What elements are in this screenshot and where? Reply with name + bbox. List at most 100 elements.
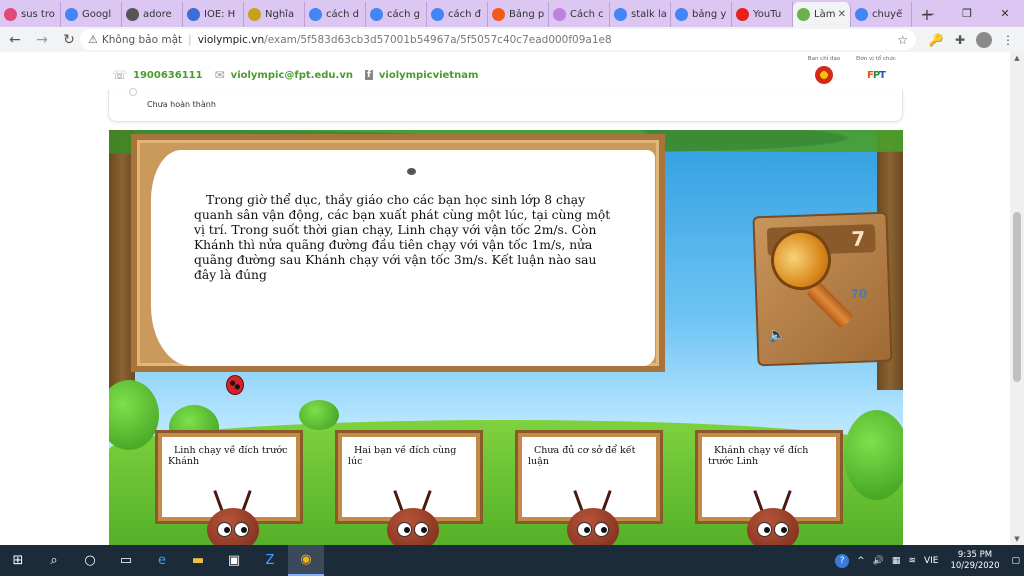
tab-3[interactable]: adore xyxy=(122,2,183,27)
tab-4[interactable]: IOE: H xyxy=(183,2,244,27)
speaker-icon[interactable]: 🔈 xyxy=(768,327,786,344)
youtube-icon xyxy=(736,8,749,21)
tab-2[interactable]: Googl xyxy=(61,2,122,27)
tab-7[interactable]: cách g xyxy=(366,2,427,27)
ladybug-icon xyxy=(226,375,244,395)
game-area: Trong giờ thể dục, thầy giáo cho các bạn… xyxy=(109,130,903,545)
window-controls: — ❐ ✕ xyxy=(910,0,1024,27)
tab-title: cách đ xyxy=(448,9,481,20)
scroll-up-icon[interactable]: ▲ xyxy=(1010,52,1024,64)
bookmark-star-icon[interactable]: ☆ xyxy=(897,33,908,47)
clock[interactable]: 9:35 PM 10/29/2020 xyxy=(950,550,999,572)
profile-avatar[interactable] xyxy=(974,27,994,52)
browser-toolbar: ← → ↻ ⚠ Không bảo mật | violympic.vn/exa… xyxy=(0,27,1024,52)
tab-title: cách g xyxy=(387,9,420,20)
warning-icon: ⚠ xyxy=(88,33,98,46)
tab-9[interactable]: Bảng p xyxy=(488,2,549,27)
windows-taskbar: ⊞ ⌕ ○ ▭ e ▬ ▣ Z ◉ ? ^ 🔊 ▦ ≋ VIE 9:35 PM … xyxy=(0,545,1024,576)
sponsor-organizer: Đơn vị tổ chức FPT xyxy=(851,56,901,84)
status-text: Chưa hoàn thành xyxy=(147,100,216,109)
restore-button[interactable]: ❐ xyxy=(948,0,986,27)
tab-5[interactable]: Nghĩa xyxy=(244,2,305,27)
answer-option-3[interactable]: Chưa đủ cơ sở để kết luận xyxy=(522,437,656,517)
wifi-icon[interactable]: ≋ xyxy=(908,556,916,566)
reload-button[interactable]: ↻ xyxy=(57,28,81,52)
contact-bar: ☏ 1900636111 ✉ violympic@fpt.edu.vn f violy… xyxy=(112,68,490,82)
contact-email[interactable]: violympic@fpt.edu.vn xyxy=(231,70,353,81)
tab-title: Làm xyxy=(814,9,836,20)
sponsor-label: Đơn vị tổ chức xyxy=(856,56,896,62)
tab-title: YouTu xyxy=(753,9,782,20)
store-icon[interactable]: ▣ xyxy=(216,545,252,576)
status-indicator xyxy=(129,88,137,96)
box-icon xyxy=(126,8,139,21)
menu-kebab-icon[interactable]: ⋮ xyxy=(998,27,1018,52)
windows-start-icon[interactable]: ⊞ xyxy=(0,545,36,576)
tab-12[interactable]: bảng y xyxy=(671,2,732,27)
doc-icon xyxy=(553,8,566,21)
exam-status-card: Chưa hoàn thành xyxy=(108,88,903,122)
minimize-button[interactable]: — xyxy=(910,0,948,27)
answer-option-4[interactable]: Khánh chạy về đích trước Linh xyxy=(702,437,836,517)
tab-6[interactable]: cách d xyxy=(305,2,366,27)
ant-character xyxy=(377,490,447,545)
chevron-up-icon[interactable]: ^ xyxy=(857,556,865,566)
google-icon xyxy=(309,8,322,21)
scroll-down-icon[interactable]: ▼ xyxy=(1010,533,1024,545)
task-view-icon[interactable]: ▭ xyxy=(108,545,144,576)
contact-facebook[interactable]: violympicvietnam xyxy=(379,70,479,81)
close-tab-icon[interactable]: ✕ xyxy=(838,9,846,20)
close-window-button[interactable]: ✕ xyxy=(986,0,1024,27)
security-label: Không bảo mật xyxy=(101,33,183,46)
search-icon[interactable]: ⌕ xyxy=(36,545,72,576)
extension-key-icon[interactable]: 🔑 xyxy=(926,27,946,52)
answer-option-1[interactable]: Linh chạy về đích trước Khánh xyxy=(162,437,296,517)
address-bar[interactable]: ⚠ Không bảo mật | violympic.vn/exam/5f58… xyxy=(80,29,916,50)
tab-title: chuyể xyxy=(872,9,903,20)
google-icon xyxy=(431,8,444,21)
google-icon xyxy=(614,8,627,21)
notifications-icon[interactable]: ▢ xyxy=(1011,556,1020,566)
answer-option-2[interactable]: Hai bạn về đích cùng lúc xyxy=(342,437,476,517)
contact-phone[interactable]: 1900636111 xyxy=(133,70,203,81)
cortana-icon[interactable]: ○ xyxy=(72,545,108,576)
tab-1[interactable]: sus tro xyxy=(0,2,61,27)
help-icon[interactable]: ? xyxy=(835,553,850,568)
tab-title: bảng y xyxy=(692,9,727,20)
pin-icon xyxy=(407,168,416,175)
zalo-icon[interactable]: Z xyxy=(252,545,288,576)
tab-title: IOE: H xyxy=(204,9,236,20)
bush xyxy=(299,400,339,430)
back-button[interactable]: ← xyxy=(3,28,27,52)
google-icon xyxy=(855,8,868,21)
sponsor-steering: Ban chỉ đạo xyxy=(799,56,849,84)
file-explorer-icon[interactable]: ▬ xyxy=(180,545,216,576)
tab-title: cách d xyxy=(326,9,359,20)
tab-8[interactable]: cách đ xyxy=(427,2,488,27)
tab-title: Googl xyxy=(82,9,112,20)
tab-15[interactable]: chuyể xyxy=(851,2,912,27)
volume-icon[interactable]: 🔊 xyxy=(873,556,884,566)
tab-strip: sus tro Googl adore IOE: H Nghĩa cách d cách g… xyxy=(0,0,1024,27)
tab-title: stalk la xyxy=(631,9,666,20)
tab-11[interactable]: stalk la xyxy=(610,2,671,27)
tab-10[interactable]: Cách c xyxy=(549,2,610,27)
n-icon xyxy=(248,8,261,21)
tab-14[interactable]: Làm ✕ xyxy=(793,2,851,27)
page-content: ☏ 1900636111 ✉ violympic@fpt.edu.vn f violy… xyxy=(0,52,1024,545)
tab-13[interactable]: YouTu xyxy=(732,2,793,27)
bush xyxy=(844,410,903,500)
system-tray: ? ^ 🔊 ▦ ≋ VIE 9:35 PM 10/29/2020 ▢ xyxy=(831,545,1024,576)
extensions-puzzle-icon[interactable]: ✚ xyxy=(950,27,970,52)
violympic-icon xyxy=(797,8,810,21)
page-scrollbar[interactable]: ▲ ▼ xyxy=(1010,52,1024,545)
ant-character xyxy=(197,490,267,545)
scrollbar-thumb[interactable] xyxy=(1013,212,1021,382)
language-indicator[interactable]: VIE xyxy=(924,556,939,566)
chrome-icon[interactable]: ◉ xyxy=(288,545,324,576)
edge-icon[interactable]: e xyxy=(144,545,180,576)
tab-title: sus tro xyxy=(21,9,55,20)
forward-button[interactable]: → xyxy=(30,28,54,52)
emblem-icon xyxy=(799,66,849,84)
network-icon[interactable]: ▦ xyxy=(892,556,901,566)
